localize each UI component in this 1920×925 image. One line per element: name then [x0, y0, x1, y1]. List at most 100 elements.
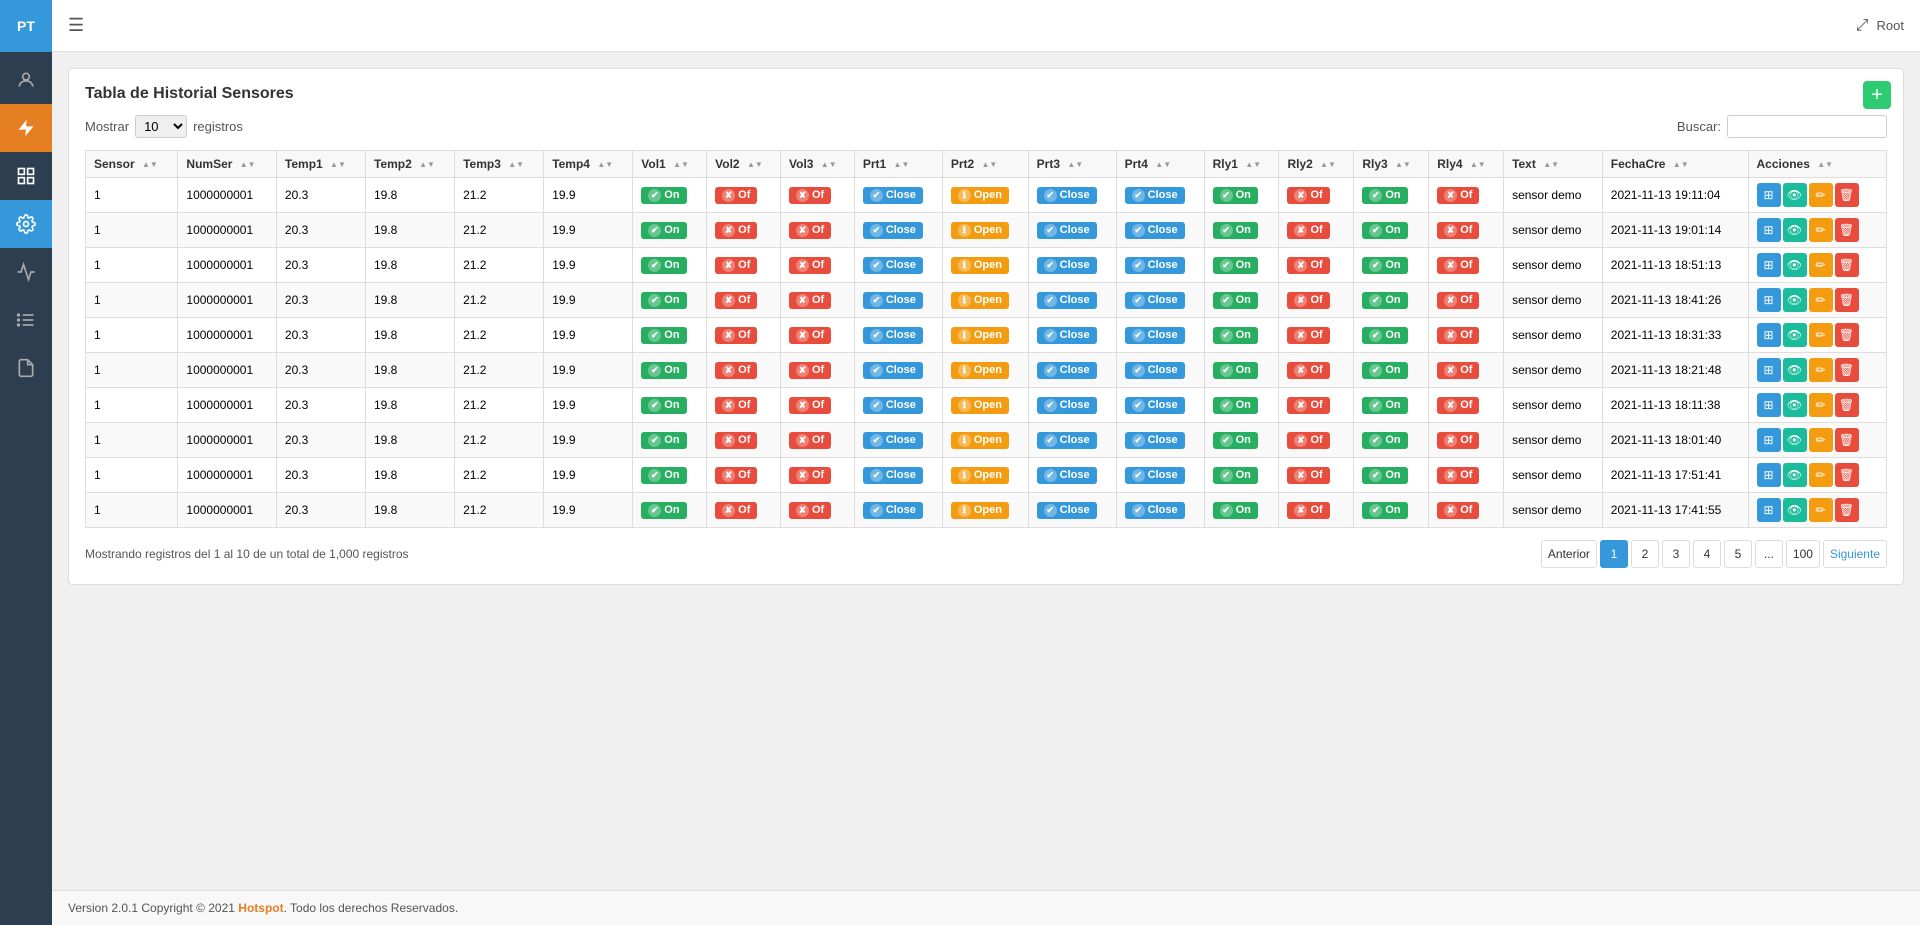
action-detail-button[interactable]: ⊞: [1757, 218, 1781, 242]
col-rly3[interactable]: Rly3 ▲▼: [1354, 151, 1429, 178]
action-detail-button[interactable]: ⊞: [1757, 183, 1781, 207]
add-record-button[interactable]: +: [1863, 81, 1891, 109]
action-delete-button[interactable]: 🗑: [1835, 358, 1859, 382]
action-edit-button[interactable]: ✏: [1809, 498, 1833, 522]
table-row: 1100000000120.319.821.219.9✔ On✘ Of✘ Of✔…: [86, 458, 1887, 493]
col-temp2[interactable]: Temp2 ▲▼: [366, 151, 455, 178]
action-delete-button[interactable]: 🗑: [1835, 253, 1859, 277]
action-view-button[interactable]: 👁: [1783, 393, 1807, 417]
col-temp3[interactable]: Temp3 ▲▼: [455, 151, 544, 178]
sidebar-item-user[interactable]: [0, 56, 52, 104]
action-view-button[interactable]: 👁: [1783, 498, 1807, 522]
col-text[interactable]: Text ▲▼: [1504, 151, 1603, 178]
action-view-button[interactable]: 👁: [1783, 183, 1807, 207]
action-detail-button[interactable]: ⊞: [1757, 393, 1781, 417]
expand-icon[interactable]: ⤢: [1856, 17, 1869, 35]
sidebar-item-chart[interactable]: [0, 248, 52, 296]
pagination: Anterior 1 2 3 4 5 ... 100 Siguiente: [1541, 540, 1887, 568]
topbar: ☰ ⤢ Root: [52, 0, 1920, 52]
col-temp4[interactable]: Temp4 ▲▼: [544, 151, 633, 178]
action-delete-button[interactable]: 🗑: [1835, 393, 1859, 417]
sidebar-item-file[interactable]: [0, 344, 52, 392]
action-edit-button[interactable]: ✏: [1809, 358, 1833, 382]
table-row: 1100000000120.319.821.219.9✔ On✘ Of✘ Of✔…: [86, 178, 1887, 213]
action-view-button[interactable]: 👁: [1783, 463, 1807, 487]
footer-version: Version 2.0.1 Copyright © 2021 Hotspot. …: [68, 901, 458, 915]
col-vol3[interactable]: Vol3 ▲▼: [781, 151, 855, 178]
action-view-button[interactable]: 👁: [1783, 428, 1807, 452]
page-ellipsis: ...: [1755, 540, 1783, 568]
action-edit-button[interactable]: ✏: [1809, 253, 1833, 277]
menu-toggle[interactable]: ☰: [68, 15, 84, 36]
page-4-button[interactable]: 4: [1693, 540, 1721, 568]
col-vol1[interactable]: Vol1 ▲▼: [633, 151, 707, 178]
search-label: Buscar:: [1677, 119, 1721, 134]
page-title: Tabla de Historial Sensores: [85, 85, 1887, 103]
search-input[interactable]: [1727, 115, 1887, 138]
sidebar-avatar[interactable]: PT: [0, 0, 52, 52]
action-delete-button[interactable]: 🗑: [1835, 463, 1859, 487]
action-delete-button[interactable]: 🗑: [1835, 498, 1859, 522]
action-edit-button[interactable]: ✏: [1809, 463, 1833, 487]
action-edit-button[interactable]: ✏: [1809, 323, 1833, 347]
pagination-info: Mostrando registros del 1 al 10 de un to…: [85, 547, 409, 561]
page-1-button[interactable]: 1: [1600, 540, 1628, 568]
col-rly2[interactable]: Rly2 ▲▼: [1279, 151, 1354, 178]
action-edit-button[interactable]: ✏: [1809, 393, 1833, 417]
action-delete-button[interactable]: 🗑: [1835, 428, 1859, 452]
page-100-button[interactable]: 100: [1786, 540, 1820, 568]
action-delete-button[interactable]: 🗑: [1835, 288, 1859, 312]
action-detail-button[interactable]: ⊞: [1757, 358, 1781, 382]
sidebar-item-gear[interactable]: [0, 200, 52, 248]
sidebar-item-list[interactable]: [0, 296, 52, 344]
action-detail-button[interactable]: ⊞: [1757, 463, 1781, 487]
page-3-button[interactable]: 3: [1662, 540, 1690, 568]
table-row: 1100000000120.319.821.219.9✔ On✘ Of✘ Of✔…: [86, 283, 1887, 318]
col-prt2[interactable]: Prt2 ▲▼: [942, 151, 1028, 178]
col-sensor[interactable]: Sensor ▲▼: [86, 151, 178, 178]
action-edit-button[interactable]: ✏: [1809, 288, 1833, 312]
action-detail-button[interactable]: ⊞: [1757, 253, 1781, 277]
col-prt3[interactable]: Prt3 ▲▼: [1028, 151, 1116, 178]
action-detail-button[interactable]: ⊞: [1757, 323, 1781, 347]
next-page-button[interactable]: Siguiente: [1823, 540, 1887, 568]
action-detail-button[interactable]: ⊞: [1757, 428, 1781, 452]
user-label: Root: [1877, 18, 1904, 33]
col-vol2[interactable]: Vol2 ▲▼: [707, 151, 781, 178]
action-delete-button[interactable]: 🗑: [1835, 218, 1859, 242]
col-prt4[interactable]: Prt4 ▲▼: [1116, 151, 1204, 178]
show-entries: Mostrar 10 25 50 100 registros: [85, 115, 243, 138]
entries-select[interactable]: 10 25 50 100: [135, 115, 187, 138]
action-view-button[interactable]: 👁: [1783, 218, 1807, 242]
search-box: Buscar:: [1677, 115, 1887, 138]
action-delete-button[interactable]: 🗑: [1835, 323, 1859, 347]
action-detail-button[interactable]: ⊞: [1757, 288, 1781, 312]
action-view-button[interactable]: 👁: [1783, 323, 1807, 347]
prev-page-button[interactable]: Anterior: [1541, 540, 1597, 568]
col-temp1[interactable]: Temp1 ▲▼: [276, 151, 365, 178]
show-label: Mostrar: [85, 119, 129, 134]
col-rly1[interactable]: Rly1 ▲▼: [1204, 151, 1279, 178]
action-edit-button[interactable]: ✏: [1809, 183, 1833, 207]
table-row: 1100000000120.319.821.219.9✔ On✘ Of✘ Of✔…: [86, 318, 1887, 353]
action-edit-button[interactable]: ✏: [1809, 428, 1833, 452]
action-view-button[interactable]: 👁: [1783, 288, 1807, 312]
content: Tabla de Historial Sensores + Mostrar 10…: [52, 52, 1920, 890]
action-detail-button[interactable]: ⊞: [1757, 498, 1781, 522]
action-delete-button[interactable]: 🗑: [1835, 183, 1859, 207]
page-5-button[interactable]: 5: [1724, 540, 1752, 568]
col-fechacre[interactable]: FechaCre ▲▼: [1602, 151, 1748, 178]
col-prt1[interactable]: Prt1 ▲▼: [854, 151, 942, 178]
data-table: Sensor ▲▼ NumSer ▲▼ Temp1 ▲▼ Temp2 ▲▼ Te…: [85, 150, 1887, 528]
card-historial: Tabla de Historial Sensores + Mostrar 10…: [68, 68, 1904, 585]
entries-label: registros: [193, 119, 243, 134]
sidebar-item-lightning[interactable]: [0, 104, 52, 152]
page-2-button[interactable]: 2: [1631, 540, 1659, 568]
action-view-button[interactable]: 👁: [1783, 253, 1807, 277]
col-rly4[interactable]: Rly4 ▲▼: [1429, 151, 1504, 178]
col-numser[interactable]: NumSer ▲▼: [178, 151, 277, 178]
sidebar-item-settings-main[interactable]: [0, 152, 52, 200]
main-area: ☰ ⤢ Root Tabla de Historial Sensores + M…: [52, 0, 1920, 925]
action-edit-button[interactable]: ✏: [1809, 218, 1833, 242]
action-view-button[interactable]: 👁: [1783, 358, 1807, 382]
